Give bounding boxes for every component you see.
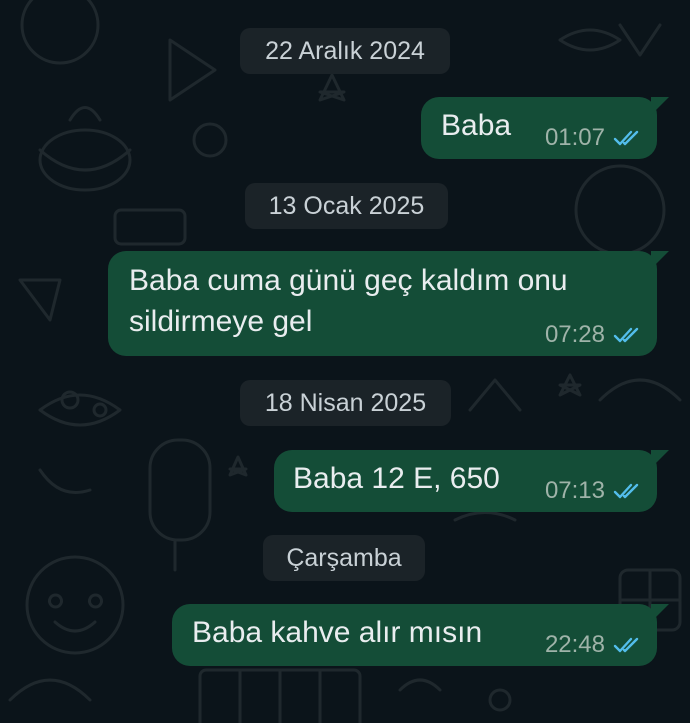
bubble-tail: [651, 97, 669, 115]
message-meta: 07:28: [545, 321, 641, 349]
outgoing-message-bubble[interactable]: Baba kahve alır mısın 22:48: [172, 604, 669, 666]
chat-area[interactable]: 22 Aralık 2024 Baba 01:07 13 Ocak 2025 B…: [0, 0, 690, 723]
message-time: 01:07: [544, 124, 605, 151]
bubble-tail: [651, 450, 669, 468]
message-time: 07:28: [544, 321, 605, 348]
date-separator: 22 Aralık 2024: [240, 28, 450, 74]
outgoing-message-bubble[interactable]: Baba 01:07: [421, 97, 669, 159]
message-time: 07:13: [544, 477, 605, 504]
message-meta: 22:48: [545, 631, 641, 659]
message-time: 22:48: [544, 631, 605, 658]
double-check-read-icon: [613, 327, 639, 343]
message-meta: 07:13: [545, 477, 641, 505]
message-text: Baba 12 E, 650: [293, 462, 500, 495]
date-separator: 13 Ocak 2025: [245, 183, 448, 229]
message-text-line: Baba cuma günü geç kaldım onu: [129, 264, 568, 297]
date-separator: Çarşamba: [263, 535, 425, 581]
bubble-tail: [651, 251, 669, 269]
double-check-read-icon: [613, 130, 639, 146]
date-separator: 18 Nisan 2025: [240, 380, 451, 426]
message-text: Baba kahve alır mısın: [192, 616, 483, 649]
double-check-read-icon: [613, 637, 639, 653]
outgoing-message-bubble[interactable]: Baba cuma günü geç kaldım onu sildirmeye…: [108, 251, 669, 356]
message-text: Baba: [441, 109, 512, 142]
message-meta: 01:07: [545, 124, 641, 152]
outgoing-message-bubble[interactable]: Baba 12 E, 650 07:13: [274, 450, 669, 512]
message-text-line: sildirmeye gel: [129, 305, 313, 338]
bubble-tail: [651, 604, 669, 622]
double-check-read-icon: [613, 483, 639, 499]
